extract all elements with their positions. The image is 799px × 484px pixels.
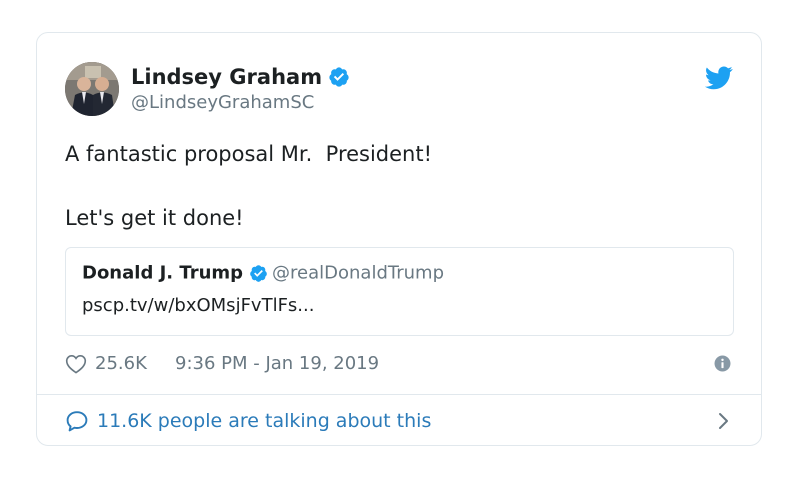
quoted-handle: @realDonaldTrump <box>272 262 444 284</box>
tweet-text-line-1: A fantastic proposal Mr. President! <box>65 142 433 166</box>
footer-divider <box>37 394 761 395</box>
twitter-bird-icon[interactable] <box>705 66 733 90</box>
like-count[interactable]: 25.6K <box>95 352 147 376</box>
quoted-display-name: Donald J. Trump <box>82 262 244 284</box>
heart-icon[interactable] <box>65 354 87 374</box>
verified-badge-icon <box>329 67 349 87</box>
quoted-tweet-text[interactable]: pscp.tv/w/bxOMsjFvTlFs... <box>82 294 314 318</box>
tweet-header: Lindsey Graham @LindseyGrahamSC <box>65 62 733 118</box>
chevron-right-icon[interactable] <box>717 412 729 430</box>
verified-badge-icon <box>250 265 267 282</box>
avatar-photo <box>65 62 119 116</box>
conversation-count-text[interactable]: 11.6K people are talking about this <box>97 409 431 433</box>
info-icon[interactable] <box>714 355 731 372</box>
conversation-link[interactable]: 11.6K people are talking about this <box>65 407 733 435</box>
tweet-meta: 25.6K 9:36 PM - Jan 19, 2019 <box>65 351 733 377</box>
author-handle[interactable]: @LindseyGrahamSC <box>131 91 350 115</box>
quoted-tweet-header: Donald J. Trump @realDonaldTrump <box>82 261 444 286</box>
quoted-tweet[interactable]: Donald J. Trump @realDonaldTrump pscp.tv/… <box>65 247 734 336</box>
tweet-text-line-2: Let's get it done! <box>65 206 244 230</box>
tweet-text: A fantastic proposal Mr. President! Let's… <box>65 138 432 234</box>
embedded-tweet-card: Lindsey Graham @LindseyGrahamSC A fantas… <box>36 32 762 446</box>
author-display-name[interactable]: Lindsey Graham <box>131 64 322 90</box>
tweet-timestamp[interactable]: 9:36 PM - Jan 19, 2019 <box>175 352 379 376</box>
chat-bubble-icon <box>66 411 88 432</box>
author-avatar[interactable] <box>65 62 119 116</box>
author-names[interactable]: Lindsey Graham @LindseyGrahamSC <box>131 64 350 115</box>
